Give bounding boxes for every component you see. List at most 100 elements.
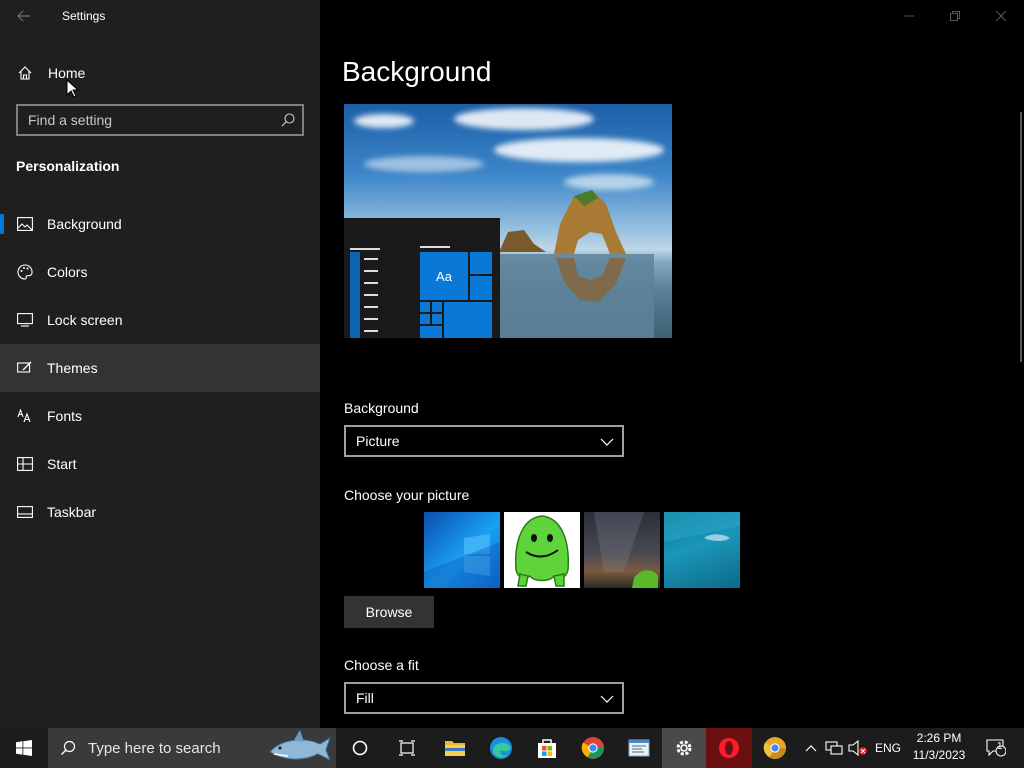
preview-tile (444, 302, 492, 338)
chevron-down-icon (600, 695, 614, 703)
cloud (454, 108, 594, 130)
settings-icon (676, 740, 692, 756)
lock-screen-icon (16, 311, 34, 329)
picture-thumb-jelly[interactable] (504, 512, 580, 588)
background-type-label: Background (344, 400, 419, 416)
minimize-button[interactable] (886, 0, 932, 32)
input-language-button[interactable]: ENG (872, 728, 904, 768)
chevron-down-icon (600, 438, 614, 446)
notification-count: 1 (997, 741, 1003, 752)
preview-tile: Aa (420, 252, 468, 300)
preview-tile (432, 302, 442, 312)
nav-item-start[interactable]: Start (0, 440, 320, 488)
action-center-button[interactable]: 1 (976, 728, 1016, 768)
restore-icon (950, 11, 960, 21)
cloud (354, 114, 414, 128)
menu-line (364, 306, 378, 308)
clock-time: 2:26 PM (916, 731, 962, 745)
find-setting-box[interactable] (16, 104, 304, 136)
picture-icon (16, 215, 34, 233)
start-button[interactable] (0, 728, 48, 768)
window-controls (886, 0, 1024, 32)
picture-thumb-underwater[interactable] (664, 512, 740, 588)
font-icon (16, 407, 34, 425)
network-button[interactable] (822, 728, 846, 768)
edge-icon (490, 737, 512, 759)
app-title: Settings (62, 9, 106, 23)
taskbar-search-box[interactable]: Type here to search (48, 728, 336, 768)
cloud (494, 138, 664, 162)
cortana-button[interactable] (338, 728, 382, 768)
browse-button[interactable]: Browse (344, 596, 434, 628)
notepad-icon (628, 739, 650, 757)
taskbar-search-placeholder: Type here to search (88, 739, 221, 757)
fit-dropdown[interactable]: Fill (344, 682, 624, 714)
find-setting-input[interactable] (28, 111, 273, 129)
chrome-canary-button[interactable] (752, 728, 798, 768)
background-type-dropdown[interactable]: Picture (344, 425, 624, 457)
restore-button[interactable] (932, 0, 978, 32)
language-indicator: ENG (874, 741, 901, 755)
shark-search-highlight-icon (269, 730, 331, 762)
home-link[interactable]: Home (0, 58, 320, 88)
nav-item-fonts[interactable]: Fonts (0, 392, 320, 440)
nav-item-themes[interactable]: Themes (0, 344, 320, 392)
close-icon (996, 11, 1006, 21)
windows-logo-icon (424, 534, 500, 588)
store-button[interactable] (524, 728, 570, 768)
rock-arch (494, 190, 654, 338)
chrome-canary-icon (763, 737, 786, 759)
opera-icon (719, 738, 739, 758)
preview-tile (420, 302, 430, 312)
underwater-image (664, 512, 740, 542)
task-view-icon (399, 740, 415, 756)
picture-thumb-windows[interactable] (424, 512, 500, 588)
chrome-button[interactable] (570, 728, 616, 768)
search-icon (61, 740, 76, 755)
nav-item-lock-screen[interactable]: Lock screen (0, 296, 320, 344)
nav-item-taskbar[interactable]: Taskbar (0, 488, 320, 536)
taskbar-icon (16, 503, 34, 521)
cloud (364, 156, 484, 172)
file-explorer-button[interactable] (432, 728, 478, 768)
preview-tile (420, 314, 430, 324)
clock-button[interactable]: 2:26 PM 11/3/2023 (906, 730, 972, 764)
chevron-up-icon (805, 745, 817, 752)
nav-item-background[interactable]: Background (0, 200, 320, 248)
settings-navigation-pane: Settings Home Personalization Background… (0, 0, 320, 728)
arrow-left-icon (17, 10, 30, 22)
notepad-button[interactable] (616, 728, 662, 768)
tile-header (420, 246, 450, 248)
scrollbar[interactable] (1020, 112, 1022, 362)
title-bar-left: Settings (0, 0, 320, 32)
page-title: Background (342, 56, 492, 87)
clock-date: 11/3/2023 (912, 748, 966, 762)
chrome-icon (581, 737, 604, 759)
nav-item-label: Colors (47, 264, 88, 280)
settings-taskbar-button[interactable] (662, 728, 706, 768)
volume-button[interactable] (846, 728, 870, 768)
task-view-button[interactable] (384, 728, 430, 768)
preview-tile (420, 326, 442, 338)
menu-line (364, 330, 378, 332)
picture-thumb-night-sky[interactable] (584, 512, 660, 588)
show-hidden-icons-button[interactable] (800, 728, 822, 768)
nav-item-label: Start (47, 456, 77, 472)
preview-tile (470, 276, 492, 300)
nav-item-label: Background (47, 216, 122, 232)
nav-item-colors[interactable]: Colors (0, 248, 320, 296)
choose-picture-label: Choose your picture (344, 487, 470, 503)
nav-item-label: Themes (47, 360, 98, 376)
edge-button[interactable] (478, 728, 524, 768)
close-button[interactable] (978, 0, 1024, 32)
dropdown-value: Fill (356, 690, 374, 706)
nav-item-label: Lock screen (47, 312, 123, 328)
palette-icon (16, 263, 34, 281)
store-icon (538, 739, 556, 758)
volume-muted-icon (848, 740, 867, 756)
opera-button[interactable] (706, 728, 752, 768)
network-icon (825, 741, 843, 755)
home-icon (15, 63, 35, 83)
search-icon[interactable] (280, 112, 296, 128)
back-button[interactable] (8, 4, 40, 28)
